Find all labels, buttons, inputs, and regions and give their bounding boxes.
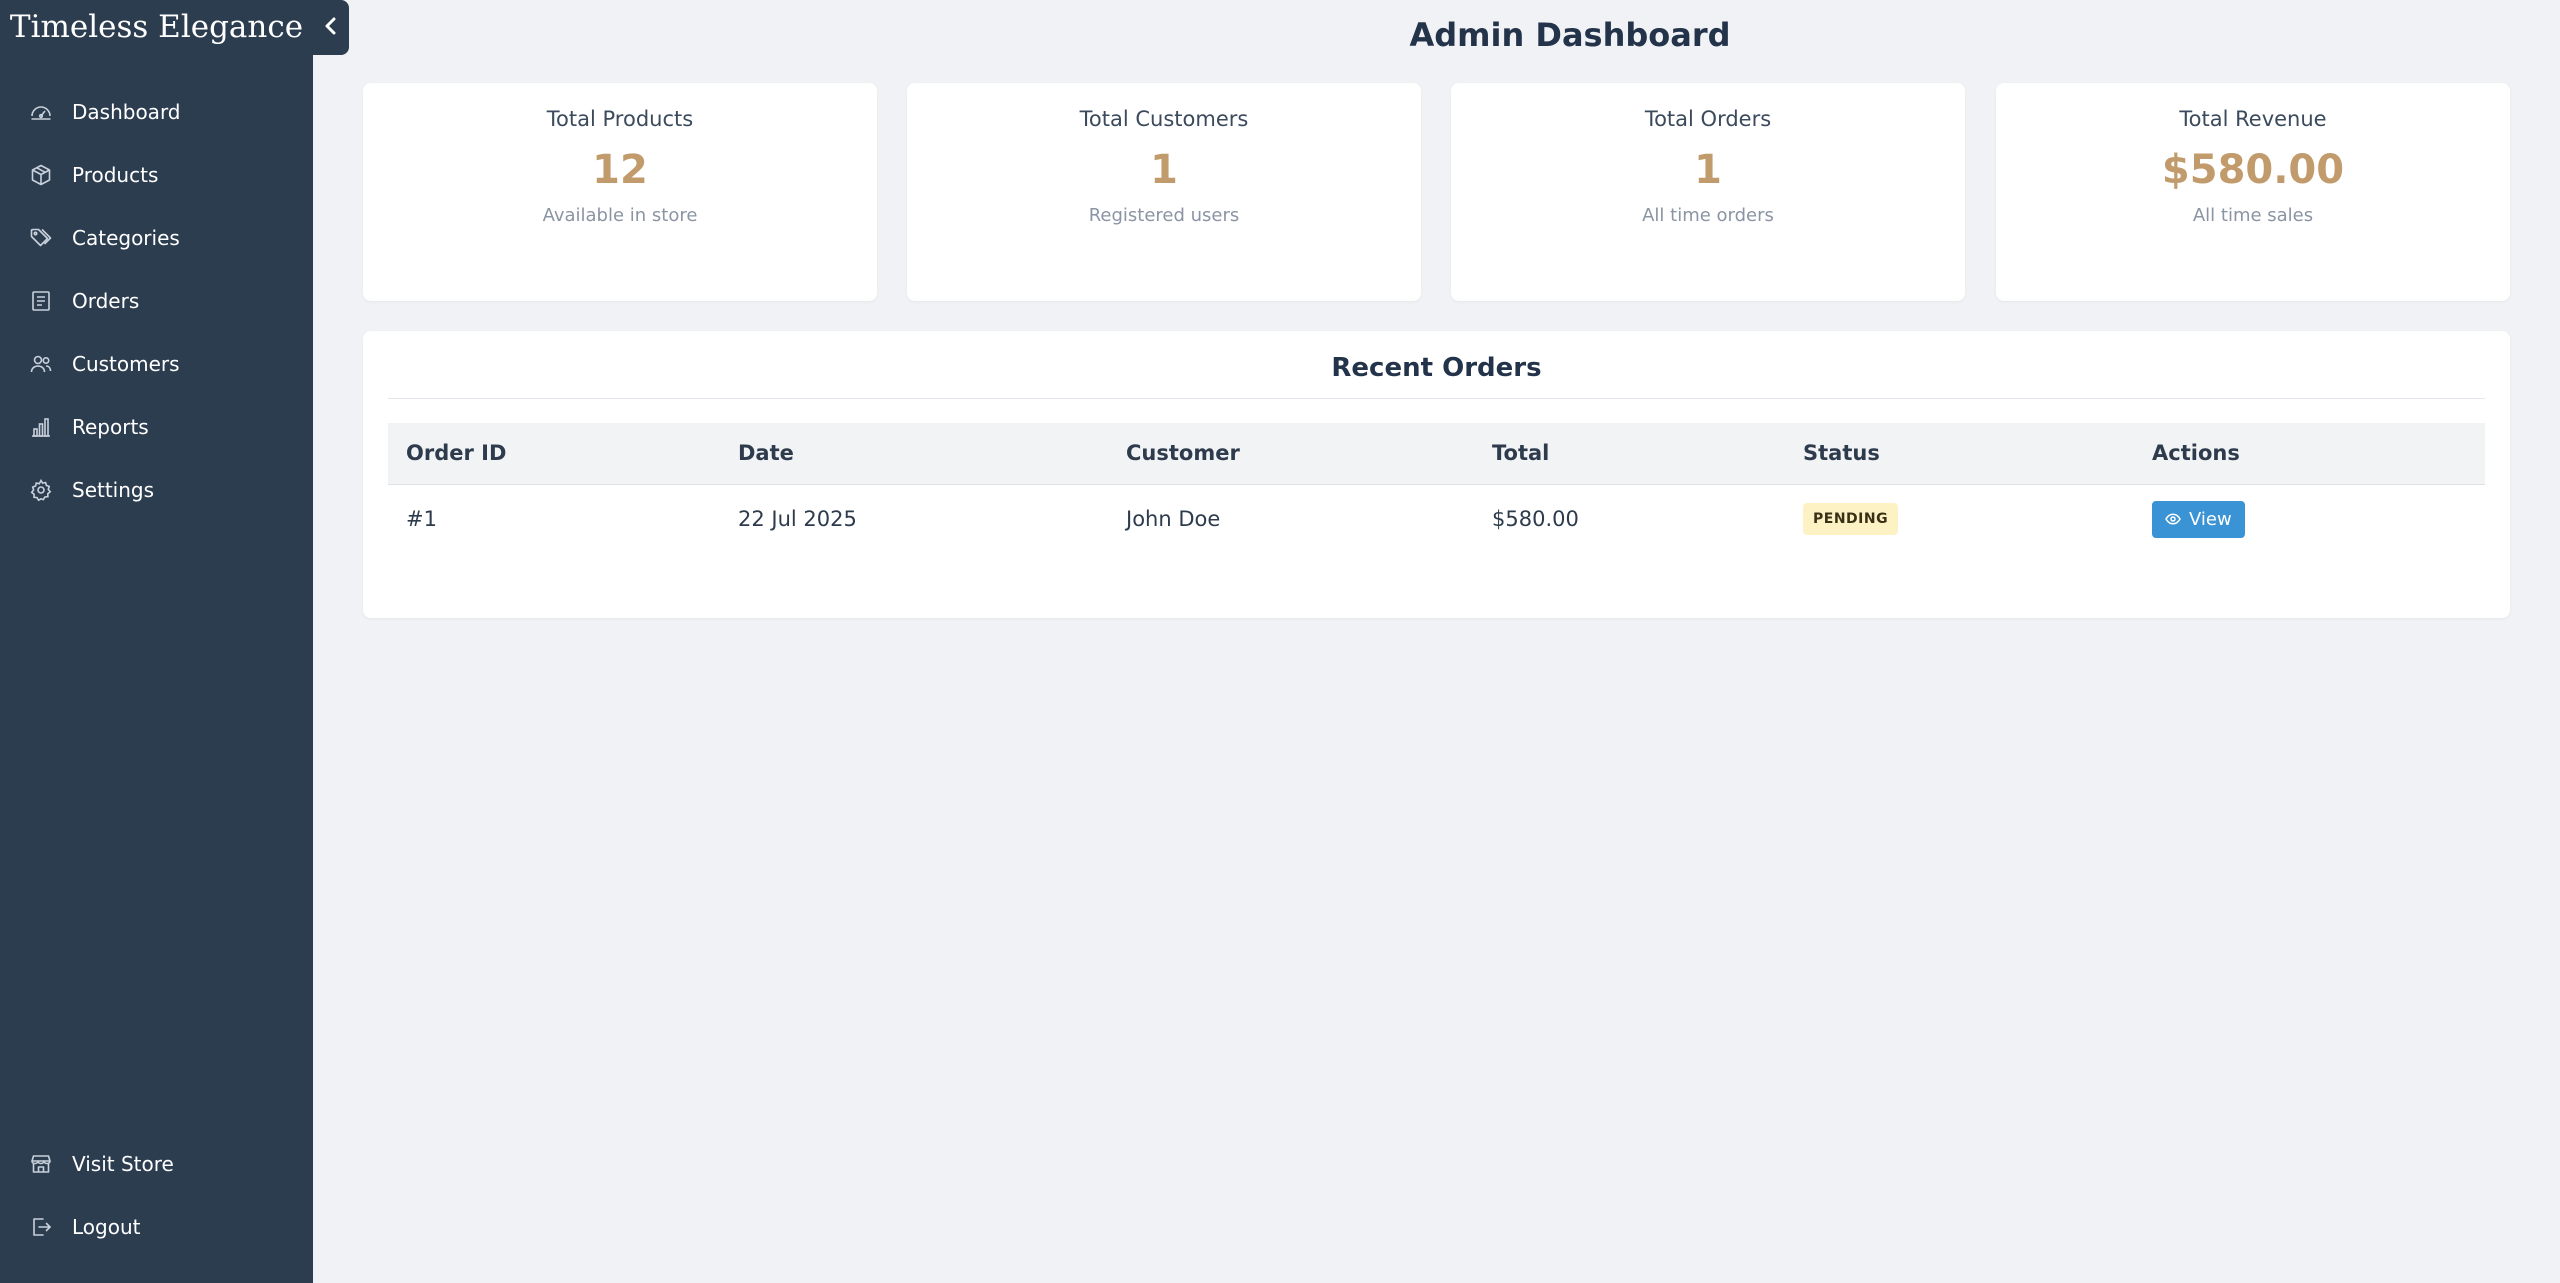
order-customer-cell: John Doe xyxy=(1126,507,1221,532)
sidebar-item-categories[interactable]: Categories xyxy=(0,206,313,269)
view-order-button[interactable]: View xyxy=(2152,500,2245,538)
order-date-cell: 22 Jul 2025 xyxy=(738,507,857,532)
sidebar-item-customers[interactable]: Customers xyxy=(0,332,313,395)
dashboard-icon xyxy=(28,99,54,125)
stat-title: Total Orders xyxy=(1644,107,1772,131)
column-header-actions: Actions xyxy=(2134,423,2485,485)
sidebar-item-label: Settings xyxy=(72,477,155,502)
sidebar-item-visit-store[interactable]: Visit Store xyxy=(0,1132,313,1195)
table-header-row: Order ID Date Customer Total Status Acti… xyxy=(388,423,2485,485)
gear-icon xyxy=(28,477,54,503)
column-header-date: Date xyxy=(720,423,1108,485)
stat-card-products: Total Products 12 Available in store xyxy=(363,83,877,301)
order-total-cell: $580.00 xyxy=(1492,507,1579,532)
sidebar: Timeless Elegance Dashboard Products Cat… xyxy=(0,0,313,1283)
order-id-cell: #1 xyxy=(406,507,437,532)
box-icon xyxy=(28,162,54,188)
users-icon xyxy=(28,351,54,377)
sidebar-item-reports[interactable]: Reports xyxy=(0,395,313,458)
status-badge: PENDING xyxy=(1803,503,1899,536)
orders-icon xyxy=(28,288,54,314)
stat-card-revenue: Total Revenue $580.00 All time sales xyxy=(1996,83,2510,301)
eye-icon xyxy=(2165,509,2181,530)
sidebar-item-label: Reports xyxy=(72,414,149,439)
sidebar-item-label: Customers xyxy=(72,351,180,376)
stat-subtitle: All time orders xyxy=(1642,205,1774,226)
stat-subtitle: Registered users xyxy=(1088,205,1240,226)
sidebar-item-label: Visit Store xyxy=(72,1151,174,1176)
sidebar-item-label: Dashboard xyxy=(72,99,181,124)
sidebar-collapse-button[interactable] xyxy=(313,0,349,55)
sidebar-item-label: Products xyxy=(72,162,159,187)
column-header-customer: Customer xyxy=(1108,423,1474,485)
page-title: Admin Dashboard xyxy=(1409,16,1731,54)
recent-orders-card: Recent Orders Order ID Date Customer Tot… xyxy=(363,331,2510,618)
sidebar-item-label: Orders xyxy=(72,288,140,313)
stat-title: Total Revenue xyxy=(2179,107,2327,131)
stat-subtitle: All time sales xyxy=(2192,205,2314,226)
orders-table: Order ID Date Customer Total Status Acti… xyxy=(388,423,2485,554)
table-row: #1 22 Jul 2025 John Doe $580.00 PENDING … xyxy=(388,484,2485,554)
sidebar-item-logout[interactable]: Logout xyxy=(0,1195,313,1258)
stat-value: 1 xyxy=(1694,147,1722,193)
stat-card-customers: Total Customers 1 Registered users xyxy=(907,83,1421,301)
stat-title: Total Products xyxy=(546,107,694,131)
sidebar-item-label: Categories xyxy=(72,225,180,250)
stat-value: $580.00 xyxy=(2161,147,2345,193)
column-header-status: Status xyxy=(1785,423,2134,485)
sidebar-nav: Dashboard Products Categories Orders Cus… xyxy=(0,80,313,521)
tags-icon xyxy=(28,225,54,251)
stat-title: Total Customers xyxy=(1079,107,1249,131)
sidebar-bottom-nav: Visit Store Logout xyxy=(0,1132,313,1258)
stat-subtitle: Available in store xyxy=(542,205,698,226)
chevron-left-icon xyxy=(322,15,340,41)
logout-icon xyxy=(28,1214,54,1240)
view-button-label: View xyxy=(2189,508,2232,530)
column-header-order-id: Order ID xyxy=(388,423,720,485)
stat-value: 12 xyxy=(592,147,648,193)
order-status-cell: PENDING xyxy=(1785,484,2134,554)
order-actions-cell: View xyxy=(2134,484,2485,554)
stat-value: 1 xyxy=(1150,147,1178,193)
column-header-total: Total xyxy=(1474,423,1785,485)
sidebar-item-settings[interactable]: Settings xyxy=(0,458,313,521)
bar-chart-icon xyxy=(28,414,54,440)
sidebar-item-orders[interactable]: Orders xyxy=(0,269,313,332)
stat-card-orders: Total Orders 1 All time orders xyxy=(1451,83,1965,301)
sidebar-item-label: Logout xyxy=(72,1214,141,1239)
sidebar-item-products[interactable]: Products xyxy=(0,143,313,206)
sidebar-item-dashboard[interactable]: Dashboard xyxy=(0,80,313,143)
store-icon xyxy=(28,1151,54,1177)
recent-orders-title: Recent Orders xyxy=(388,353,2485,399)
